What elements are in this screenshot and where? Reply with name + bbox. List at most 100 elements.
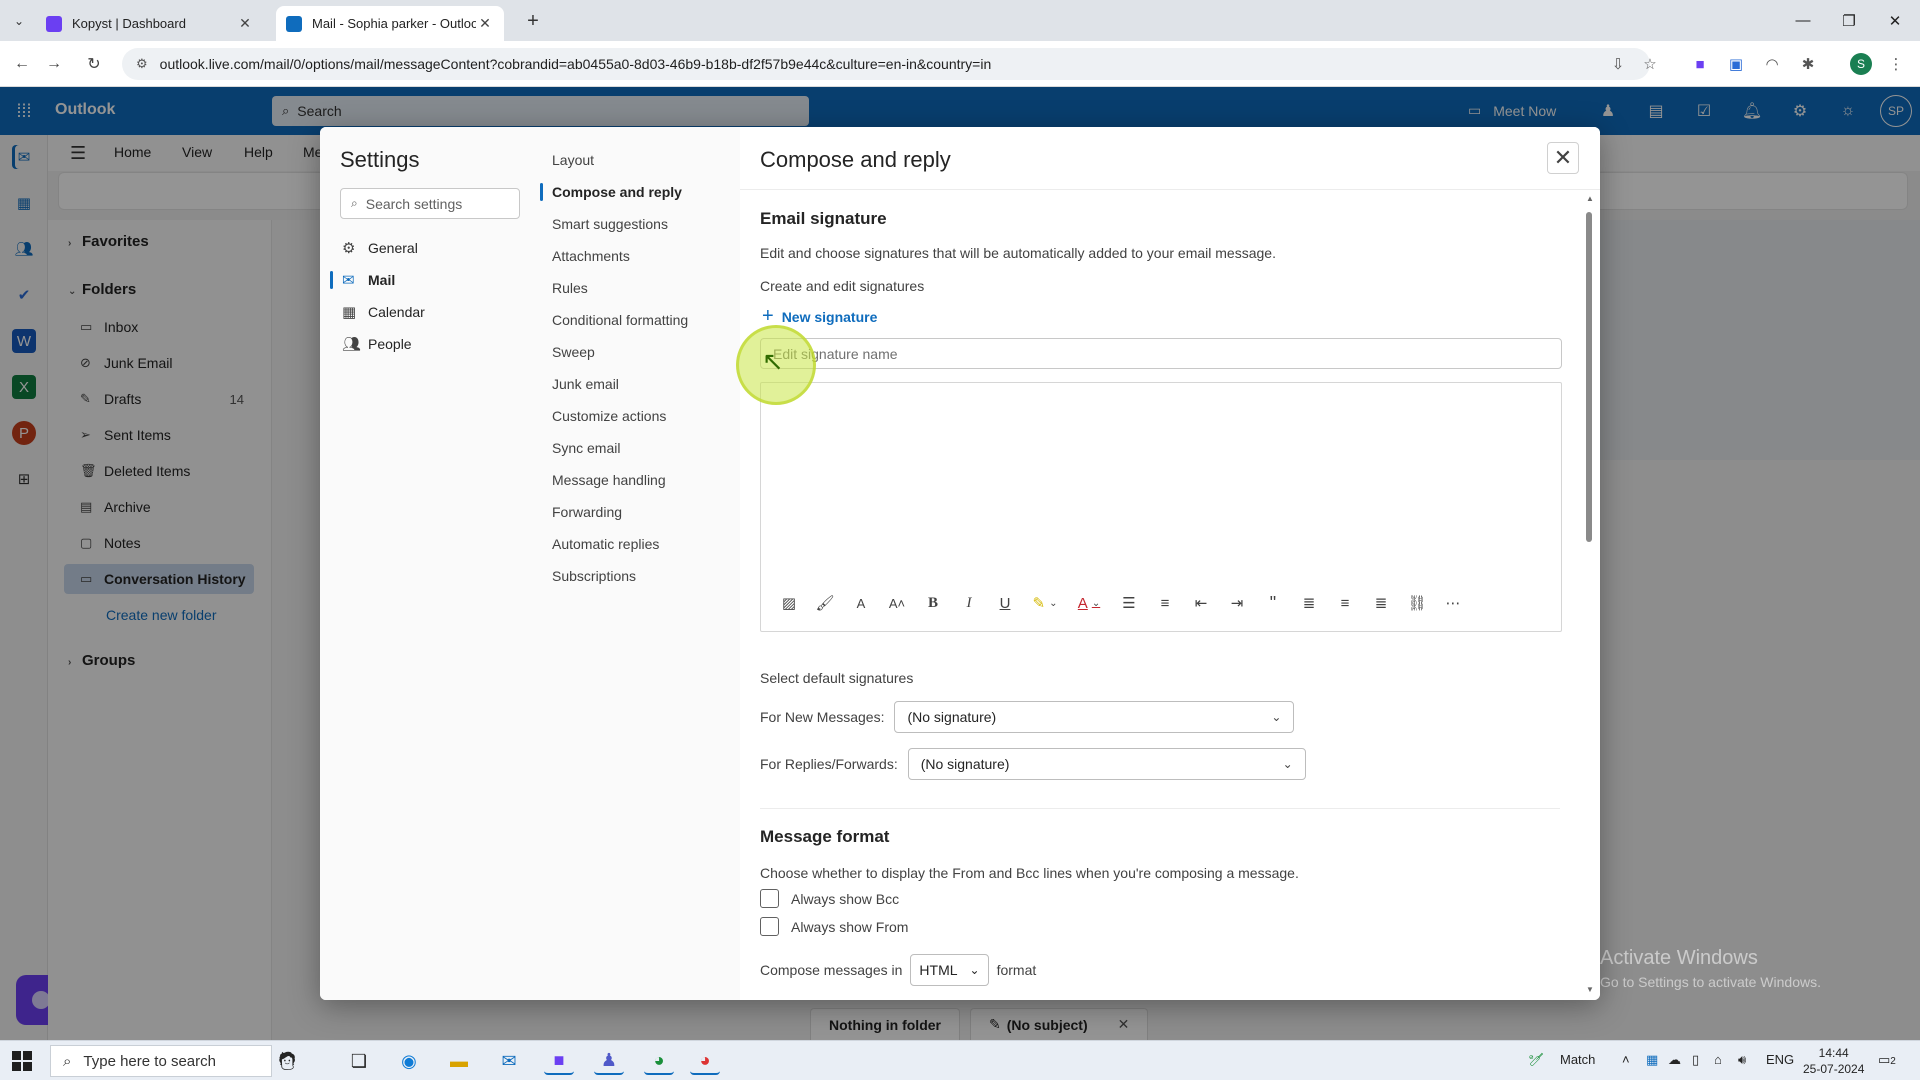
font-size-icon[interactable]: A˄ [879, 589, 915, 617]
sub-compose-and-reply[interactable]: Compose and reply [540, 180, 682, 204]
sub-subscriptions[interactable]: Subscriptions [552, 564, 636, 588]
profile-avatar[interactable]: S [1850, 53, 1872, 75]
underline-icon[interactable]: U [987, 589, 1023, 617]
scroll-up-arrow-icon[interactable]: ▲ [1586, 194, 1594, 203]
chevron-down-icon: ⌄ [969, 963, 980, 977]
url-bar[interactable]: ⚙ outlook.live.com/mail/0/options/mail/m… [122, 48, 1650, 80]
clock[interactable]: 14:44 25-07-2024 [1803, 1045, 1864, 1077]
settings-search-input[interactable]: ⌕ Search settings [340, 188, 520, 219]
always-show-bcc-checkbox[interactable] [760, 889, 779, 908]
new-messages-label: For New Messages: [760, 709, 885, 725]
tray-app-icon[interactable]: ▦ [1646, 1052, 1658, 1068]
decrease-indent-icon[interactable]: ⇤ [1183, 589, 1219, 617]
sub-layout[interactable]: Layout [552, 148, 594, 172]
back-icon[interactable]: ← [10, 52, 34, 76]
windows-start-icon[interactable] [12, 1051, 32, 1071]
settings-category-people[interactable]: 👥︎ People [340, 329, 520, 359]
increase-indent-icon[interactable]: ⇥ [1219, 589, 1255, 617]
align-right-icon[interactable]: ≣ [1363, 589, 1399, 617]
align-left-icon[interactable]: ≣ [1291, 589, 1327, 617]
settings-category-mail[interactable]: ✉ Mail [330, 265, 520, 295]
reload-icon[interactable]: ↻ [82, 52, 106, 76]
task-view-icon[interactable]: ❏ [344, 1047, 374, 1075]
numbering-icon[interactable]: ≡ [1147, 589, 1183, 617]
taskbar-people-illustration-icon[interactable]: 🧑︎ [262, 1047, 312, 1075]
signature-name-input[interactable]: Edit signature name [760, 338, 1562, 369]
settings-category-calendar[interactable]: ▦ Calendar [340, 297, 520, 327]
new-tab-button[interactable]: + [520, 8, 546, 34]
browser-menu-icon[interactable]: ⋮ [1886, 54, 1906, 74]
scroll-down-arrow-icon[interactable]: ▼ [1586, 985, 1594, 994]
bookmark-star-icon[interactable]: ☆ [1640, 54, 1660, 74]
kopyst-extension-icon[interactable]: ■ [1690, 54, 1710, 74]
tab-title: Kopyst | Dashboard [72, 16, 186, 31]
quote-icon[interactable]: " [1255, 589, 1291, 617]
signature-editor[interactable]: ▨ 🖌︎ A A˄ B I U ✎ ⌄ A ⌄ ☰ ≡ ⇤ ⇥ " ≣ ≡ ≣ ⛓ … [760, 382, 1562, 632]
font-icon[interactable]: A [843, 589, 879, 617]
taskbar-search-box[interactable]: ⌕ Type here to search [50, 1045, 272, 1077]
always-show-from-row[interactable]: Always show From [760, 917, 908, 936]
content-scrollbar[interactable] [1586, 212, 1592, 542]
message-format-dropdown[interactable]: HTML ⌄ [910, 954, 989, 986]
browser-tab-bar: ⌄ Kopyst | Dashboard ✕ Mail - Sophia par… [0, 0, 1920, 41]
always-show-bcc-row[interactable]: Always show Bcc [760, 889, 899, 908]
font-color-icon[interactable]: A ⌄ [1067, 589, 1111, 617]
notifications-icon[interactable]: ▭2 [1878, 1052, 1896, 1068]
insert-image-icon[interactable]: ▨ [771, 589, 807, 617]
align-center-icon[interactable]: ≡ [1327, 589, 1363, 617]
mail-taskbar-icon[interactable]: ✉ [494, 1047, 524, 1075]
minimize-icon[interactable]: — [1780, 0, 1826, 41]
sub-rules[interactable]: Rules [552, 276, 588, 300]
highlight-icon[interactable]: ✎ ⌄ [1023, 589, 1067, 617]
sub-forwarding[interactable]: Forwarding [552, 500, 622, 524]
tab-search-chevron-icon[interactable]: ⌄ [8, 10, 30, 32]
extension-icon[interactable]: ▣ [1726, 54, 1746, 74]
more-options-icon[interactable]: ⋯ [1435, 589, 1471, 617]
restore-icon[interactable]: ❐ [1826, 0, 1872, 41]
chrome-profile-taskbar-icon[interactable]: ◕ [690, 1047, 720, 1075]
sub-sweep[interactable]: Sweep [552, 340, 595, 364]
settings-category-general[interactable]: ⚙ General [340, 233, 520, 263]
volume-icon[interactable]: 🔊︎ [1738, 1052, 1746, 1068]
format-painter-icon[interactable]: 🖌︎ [807, 589, 843, 617]
browser-tab-kopyst[interactable]: Kopyst | Dashboard ✕ [36, 6, 264, 41]
italic-icon[interactable]: I [951, 589, 987, 617]
language-label[interactable]: ENG [1766, 1052, 1794, 1067]
close-tab-icon[interactable]: ✕ [236, 15, 254, 32]
sub-automatic-replies[interactable]: Automatic replies [552, 532, 659, 556]
weather-label[interactable]: Match [1560, 1052, 1595, 1067]
always-show-from-checkbox[interactable] [760, 917, 779, 936]
battery-icon[interactable]: ▯ [1692, 1052, 1699, 1068]
chrome-taskbar-icon[interactable]: ◕ [644, 1047, 674, 1075]
close-tab-icon[interactable]: ✕ [476, 15, 494, 32]
sub-attachments[interactable]: Attachments [552, 244, 630, 268]
install-app-icon[interactable]: ⇩ [1608, 54, 1628, 74]
bullets-icon[interactable]: ☰ [1111, 589, 1147, 617]
edge-browser-icon[interactable]: ◉ [394, 1047, 424, 1075]
new-messages-signature-dropdown[interactable]: (No signature) ⌄ [894, 701, 1295, 733]
file-explorer-icon[interactable]: ▬ [444, 1047, 474, 1075]
kopyst-taskbar-icon[interactable]: ■ [544, 1047, 574, 1075]
network-icon[interactable]: ⌂ [1714, 1052, 1722, 1067]
extensions-puzzle-icon[interactable]: ✱ [1798, 54, 1818, 74]
watermark-line1: Activate Windows [1600, 947, 1758, 969]
bold-icon[interactable]: B [915, 589, 951, 617]
sub-smart-suggestions[interactable]: Smart suggestions [552, 212, 668, 236]
extension-arc-icon[interactable]: ◠ [1762, 54, 1782, 74]
browser-tab-outlook[interactable]: Mail - Sophia parker - Outlook ✕ [276, 6, 504, 41]
sub-sync-email[interactable]: Sync email [552, 436, 620, 460]
cricket-icon[interactable]: 🏏︎ [1528, 1052, 1545, 1068]
replies-signature-dropdown[interactable]: (No signature) ⌄ [907, 748, 1306, 780]
show-hidden-icons-chevron-icon[interactable]: ˄ [1622, 1052, 1630, 1067]
sub-message-handling[interactable]: Message handling [552, 468, 666, 492]
onedrive-icon[interactable]: ☁ [1668, 1052, 1681, 1068]
link-icon[interactable]: ⛓ [1399, 589, 1435, 617]
sub-customize-actions[interactable]: Customize actions [552, 404, 666, 428]
sub-junk-email[interactable]: Junk email [552, 372, 619, 396]
teams-taskbar-icon[interactable]: ♟ [594, 1047, 624, 1075]
forward-icon[interactable]: → [42, 52, 66, 76]
site-info-icon[interactable]: ⚙ [136, 56, 148, 72]
sub-conditional-formatting[interactable]: Conditional formatting [552, 308, 688, 332]
close-settings-button[interactable]: ✕ [1547, 142, 1579, 174]
close-window-icon[interactable]: ✕ [1872, 0, 1918, 41]
